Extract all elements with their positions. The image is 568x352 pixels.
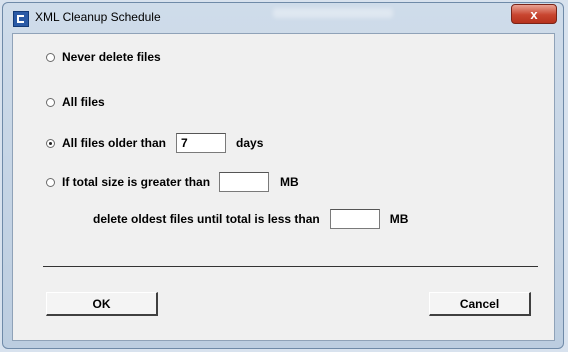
option-never-delete[interactable]: Never delete files	[46, 50, 161, 64]
cancel-button[interactable]: Cancel	[429, 292, 531, 316]
older-than-label: All files older than	[62, 136, 167, 150]
radio-never-delete[interactable]	[46, 52, 55, 62]
all-files-label: All files	[62, 95, 105, 109]
max-size-input[interactable]	[219, 172, 270, 192]
radio-size-limit[interactable]	[46, 177, 55, 187]
option-all-files[interactable]: All files	[46, 95, 105, 109]
days-unit-label: days	[236, 136, 264, 150]
close-button[interactable]: x	[511, 4, 557, 24]
days-input[interactable]	[176, 133, 227, 153]
ok-button[interactable]: OK	[46, 292, 158, 316]
title-bar[interactable]: XML Cleanup Schedule x	[3, 3, 563, 33]
window-title: XML Cleanup Schedule	[35, 10, 161, 24]
max-size-unit-label: MB	[280, 175, 299, 189]
target-size-unit-label: MB	[389, 212, 409, 226]
size-limit-label: If total size is greater than	[62, 175, 211, 189]
target-size-input[interactable]	[329, 209, 380, 229]
dialog-body: Never delete files All files All files o…	[12, 33, 555, 341]
title-bar-reflection	[273, 8, 393, 18]
option-size-target: delete oldest files until total is less …	[93, 209, 408, 229]
never-delete-label: Never delete files	[62, 50, 161, 64]
option-older-than[interactable]: All files older than days	[46, 133, 263, 153]
app-icon	[13, 11, 29, 27]
dialog-window: XML Cleanup Schedule x Never delete file…	[2, 2, 564, 349]
close-icon: x	[530, 6, 538, 22]
option-size-limit[interactable]: If total size is greater than MB	[46, 172, 299, 192]
size-target-label: delete oldest files until total is less …	[93, 212, 320, 226]
radio-older-than[interactable]	[46, 138, 55, 148]
divider	[43, 266, 538, 267]
radio-all-files[interactable]	[46, 97, 55, 107]
